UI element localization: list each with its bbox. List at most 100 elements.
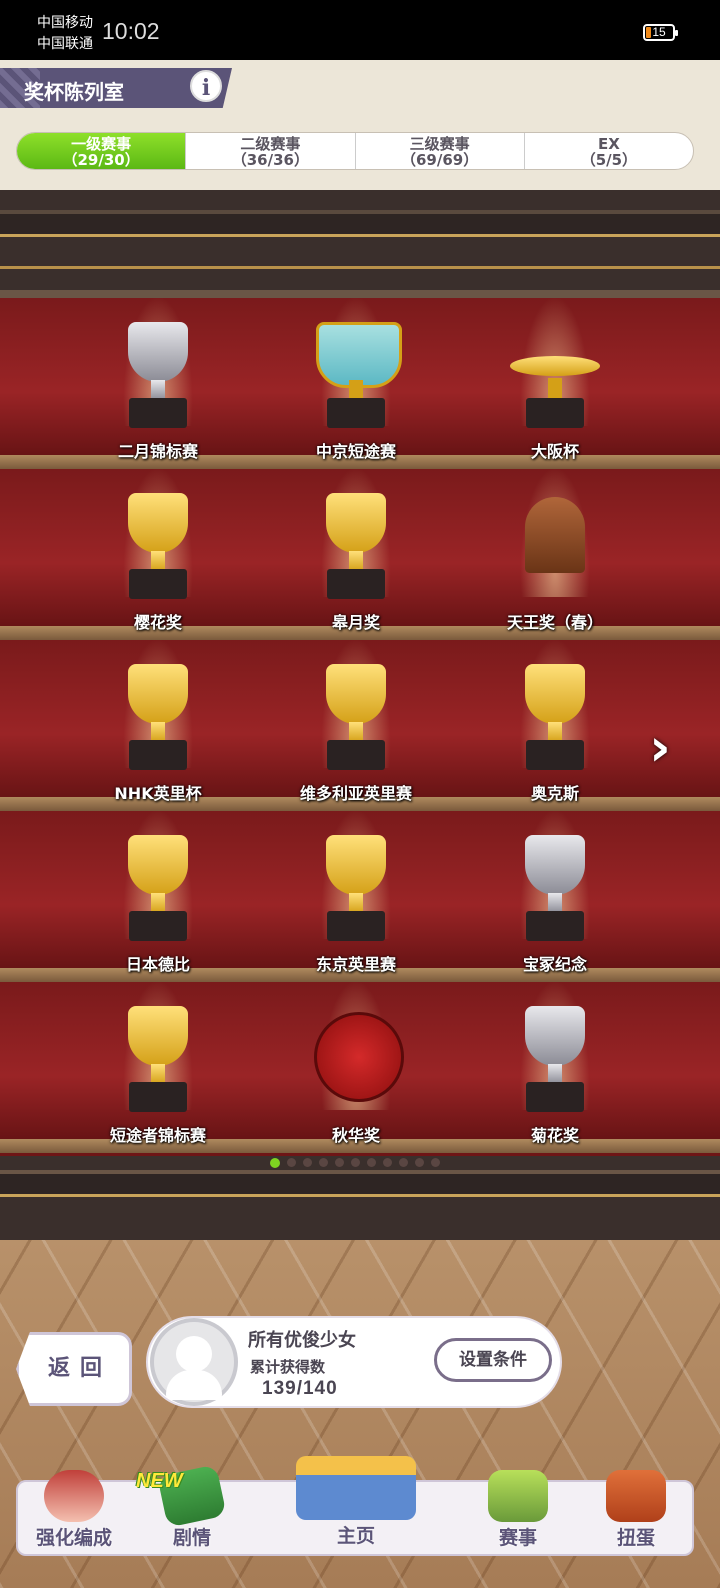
nav-label: 扭蛋 bbox=[616, 1527, 655, 1549]
tab-label: 三级赛事 bbox=[409, 135, 470, 153]
next-page-arrow[interactable]: › bbox=[640, 720, 680, 776]
page-dot[interactable] bbox=[431, 1158, 440, 1167]
trophy-label: 大阪杯 bbox=[530, 442, 579, 461]
trophy-shelves: 二月锦标赛 中京短途赛 大阪杯樱花奖 皋月奖 天王奖（春） NHK英里杯 维多利亚英里赛 奥克… bbox=[0, 296, 720, 1156]
nav-label: 赛事 bbox=[498, 1527, 537, 1549]
trophy-icon bbox=[128, 835, 188, 895]
trophy-label: 中京短途赛 bbox=[315, 442, 396, 461]
battery-icon: 15 bbox=[643, 24, 678, 41]
trophy-icon bbox=[326, 664, 386, 724]
page-dot[interactable] bbox=[270, 1158, 280, 1168]
trophy-label: 菊花奖 bbox=[530, 1126, 579, 1145]
trophy-item[interactable]: 皋月奖 bbox=[256, 463, 456, 634]
trophy-label: 日本德比 bbox=[125, 955, 190, 974]
trophy-label: 东京英里赛 bbox=[315, 955, 396, 974]
tab-label: EX bbox=[597, 135, 620, 153]
trophy-icon bbox=[326, 835, 386, 895]
trophy-item[interactable]: 秋华奖 bbox=[256, 976, 456, 1147]
trophy-item[interactable]: 宝冢纪念 bbox=[455, 805, 655, 976]
trophy-label: 宝冢纪念 bbox=[522, 955, 587, 974]
page-dot[interactable] bbox=[399, 1158, 408, 1167]
trophy-icon bbox=[326, 493, 386, 553]
status-time: 10:02 bbox=[102, 18, 160, 44]
shelf-bottom-frame bbox=[0, 1156, 720, 1240]
battery-level: 15 bbox=[652, 25, 666, 39]
trophy-label: 维多利亚英里赛 bbox=[299, 784, 412, 803]
trophy-label: 秋华奖 bbox=[331, 1126, 380, 1145]
trophy-icon bbox=[128, 1006, 188, 1066]
trophy-item[interactable]: 奥克斯 bbox=[455, 634, 655, 805]
nav-enhance[interactable]: 强化编成 bbox=[14, 1470, 134, 1556]
trophy-item[interactable]: 二月锦标赛 bbox=[58, 292, 258, 463]
trophy-item[interactable]: 大阪杯 bbox=[455, 292, 655, 463]
page-indicator bbox=[270, 1158, 440, 1168]
page-dot[interactable] bbox=[335, 1158, 344, 1167]
tab-grade-2[interactable]: 二级赛事 （36/36） bbox=[185, 133, 354, 169]
trophy-item[interactable]: 维多利亚英里赛 bbox=[256, 634, 456, 805]
trophy-label: 皋月奖 bbox=[331, 613, 380, 632]
trophy-item[interactable]: 短途者锦标赛 bbox=[58, 976, 258, 1147]
trophy-icon bbox=[510, 356, 600, 376]
trophy-item[interactable]: 菊花奖 bbox=[455, 976, 655, 1147]
gacha-icon bbox=[606, 1470, 666, 1522]
tab-count: （5/5） bbox=[580, 151, 638, 169]
nav-gacha[interactable]: 扭蛋 bbox=[576, 1470, 696, 1556]
tab-count: （36/36） bbox=[231, 151, 309, 169]
tab-ex[interactable]: EX （5/5） bbox=[523, 133, 693, 169]
tab-label: 一级赛事 bbox=[71, 135, 132, 153]
trophy-item[interactable]: 中京短途赛 bbox=[256, 292, 456, 463]
trophy-icon bbox=[128, 322, 188, 382]
trophy-item[interactable]: 日本德比 bbox=[58, 805, 258, 976]
set-condition-button[interactable]: 设置条件 bbox=[434, 1338, 552, 1382]
page-dot[interactable] bbox=[303, 1158, 312, 1167]
grade-tabs: 一级赛事 （29/30） 二级赛事 （36/36） 三级赛事 （69/69） E… bbox=[16, 132, 694, 170]
nav-label: 剧情 bbox=[172, 1527, 211, 1549]
tab-count: （29/30） bbox=[62, 151, 140, 169]
trophy-item[interactable]: NHK英里杯 bbox=[58, 634, 258, 805]
trophy-item[interactable]: 樱花奖 bbox=[58, 463, 258, 634]
page-dot[interactable] bbox=[351, 1158, 360, 1167]
carrier-1: 中国移动 bbox=[37, 15, 93, 31]
carrier-2: 中国联通 bbox=[37, 36, 93, 52]
page-dot[interactable] bbox=[383, 1158, 392, 1167]
trophy-icon bbox=[525, 664, 585, 724]
avatar bbox=[150, 1318, 238, 1406]
race-gate-icon bbox=[488, 1470, 548, 1522]
page-dot[interactable] bbox=[367, 1158, 376, 1167]
tab-grade-3[interactable]: 三级赛事 （69/69） bbox=[354, 133, 524, 169]
info-button[interactable]: i bbox=[190, 70, 222, 102]
tab-grade-1[interactable]: 一级赛事 （29/30） bbox=[17, 133, 186, 169]
trophy-icon bbox=[316, 322, 402, 388]
trophy-icon bbox=[128, 493, 188, 553]
character-icon bbox=[44, 1470, 104, 1522]
tab-count: （69/69） bbox=[401, 151, 479, 169]
nav-label: 主页 bbox=[336, 1525, 375, 1547]
trophy-icon bbox=[314, 1012, 404, 1102]
page-dot[interactable] bbox=[319, 1158, 328, 1167]
new-badge: NEW bbox=[136, 1470, 183, 1492]
collected-label: 累计获得数 bbox=[250, 1358, 326, 1376]
trophy-label: 奥克斯 bbox=[530, 784, 579, 803]
shelf-top-frame bbox=[0, 190, 720, 298]
trophy-label: 天王奖（春） bbox=[506, 613, 603, 632]
collected-count: 139/140 bbox=[262, 1378, 338, 1399]
trophy-label: 樱花奖 bbox=[133, 613, 182, 632]
nav-race[interactable]: 赛事 bbox=[458, 1470, 578, 1556]
trophy-item[interactable]: 天王奖（春） bbox=[455, 463, 655, 634]
page-dot[interactable] bbox=[287, 1158, 296, 1167]
page-title: 奖杯陈列室 bbox=[24, 80, 124, 104]
trophy-label: 短途者锦标赛 bbox=[109, 1126, 206, 1145]
nav-home[interactable]: 主页 bbox=[256, 1456, 456, 1556]
trophy-icon bbox=[525, 835, 585, 895]
trophy-icon bbox=[525, 1006, 585, 1066]
trophy-label: NHK英里杯 bbox=[114, 784, 202, 803]
trophy-icon bbox=[128, 664, 188, 724]
home-building-icon bbox=[296, 1456, 416, 1520]
status-bar: 中国移动 中国联通 10:02 15 bbox=[0, 0, 720, 60]
back-button[interactable]: 返回 bbox=[16, 1332, 132, 1406]
trophy-label: 二月锦标赛 bbox=[117, 442, 198, 461]
nav-label: 强化编成 bbox=[35, 1527, 112, 1549]
trophy-icon bbox=[525, 497, 585, 573]
page-dot[interactable] bbox=[415, 1158, 424, 1167]
trophy-item[interactable]: 东京英里赛 bbox=[256, 805, 456, 976]
